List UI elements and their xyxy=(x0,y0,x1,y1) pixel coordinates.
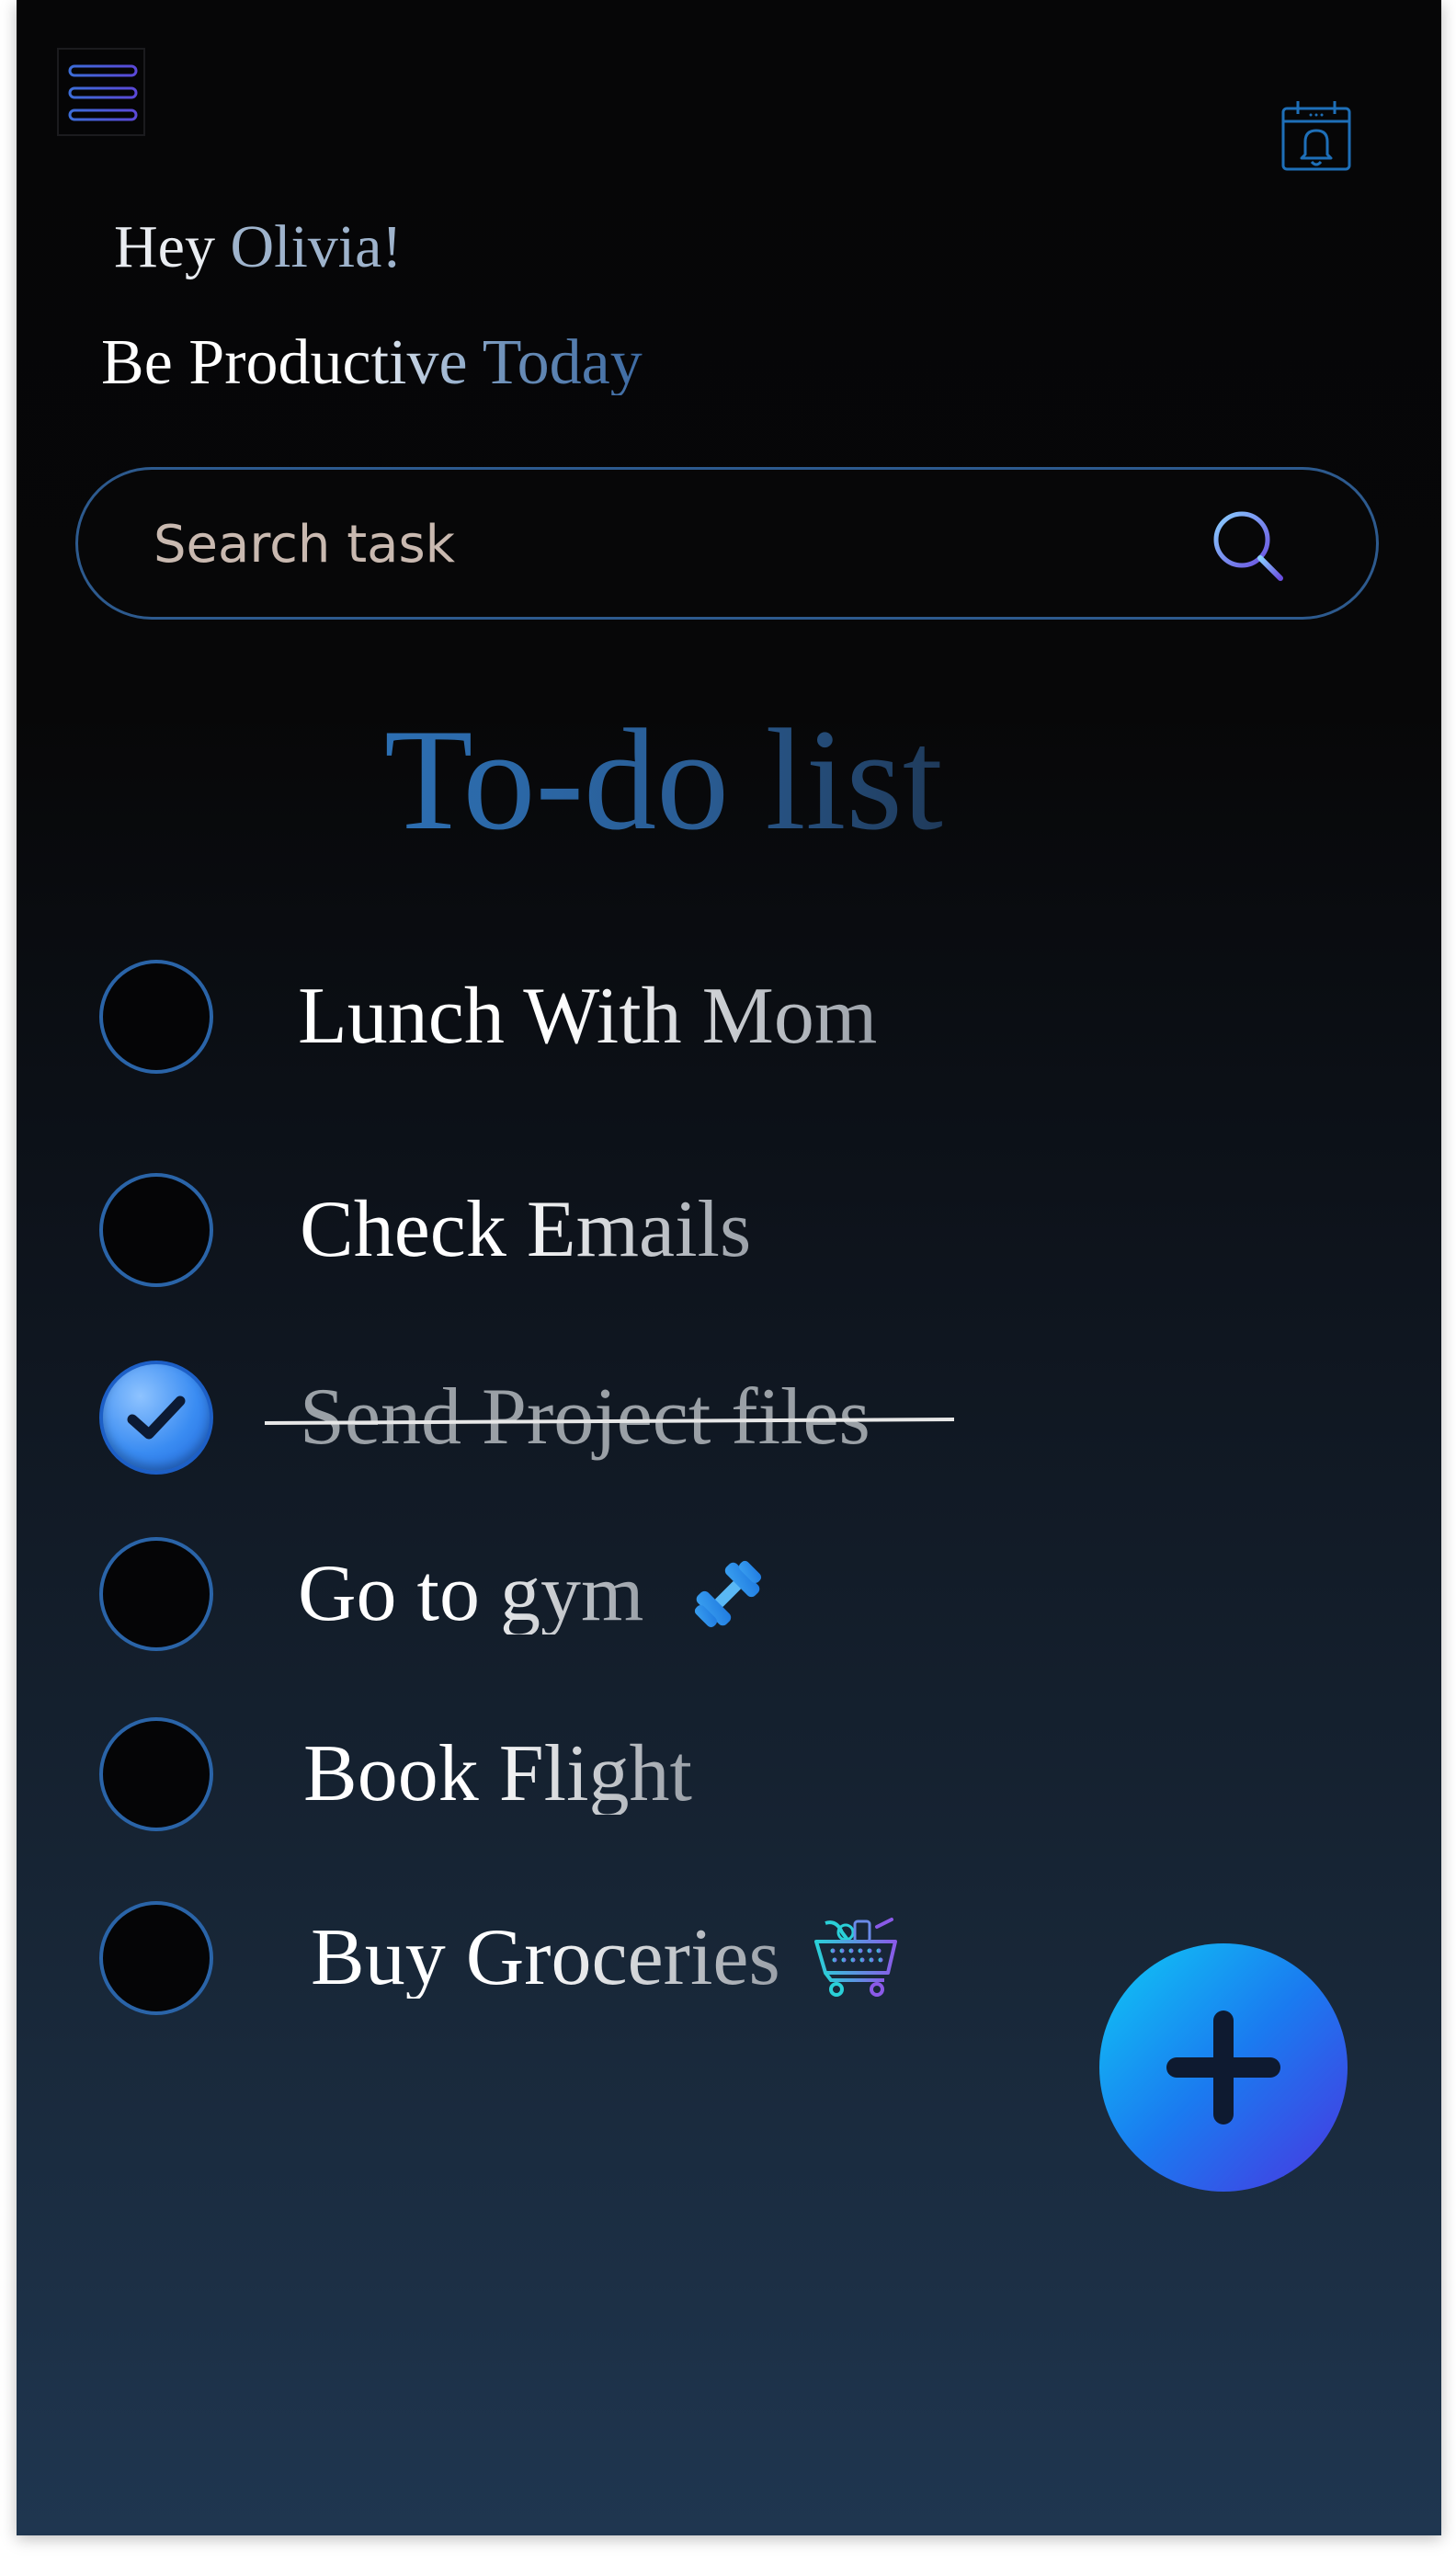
task-checkbox[interactable] xyxy=(99,1537,213,1651)
add-task-button[interactable] xyxy=(1099,1943,1348,2192)
calendar-button[interactable] xyxy=(1280,99,1353,173)
search-icon[interactable] xyxy=(1207,505,1290,587)
task-item: Check Emails xyxy=(17,1173,1441,1293)
greeting-prefix: Hey xyxy=(114,213,231,280)
checkmark-icon xyxy=(127,1395,186,1440)
task-label: Check Emails xyxy=(300,1185,752,1274)
greeting: Hey Olivia! xyxy=(114,217,402,278)
search-input[interactable] xyxy=(152,507,1166,582)
task-item: Send Project files xyxy=(17,1361,1441,1480)
hamburger-menu-icon xyxy=(68,64,138,121)
task-item: Go to gym xyxy=(17,1537,1441,1657)
dumbbell-icon xyxy=(694,1560,762,1628)
task-item: Book Flight xyxy=(17,1717,1441,1837)
plus-icon xyxy=(1166,2011,1280,2124)
task-checkbox[interactable] xyxy=(99,960,213,1074)
task-label: Buy Groceries xyxy=(311,1913,780,2002)
task-label: Lunch With Mom xyxy=(298,972,878,1061)
task-checkbox[interactable] xyxy=(99,1901,213,2015)
menu-button[interactable] xyxy=(57,48,145,136)
shopping-cart-icon xyxy=(814,1918,897,1997)
task-checkbox[interactable] xyxy=(99,1717,213,1831)
search-bar[interactable] xyxy=(75,467,1379,620)
list-title: To-do list xyxy=(384,700,943,860)
tagline: Be Productive Today xyxy=(101,327,643,398)
task-item: Lunch With Mom xyxy=(17,960,1441,1079)
app-screen: Hey Olivia! Be Productive Today To-do li… xyxy=(17,0,1441,2535)
task-checkbox-checked[interactable] xyxy=(99,1361,213,1475)
task-label: Book Flight xyxy=(303,1729,692,1818)
task-checkbox[interactable] xyxy=(99,1173,213,1287)
task-label: Go to gym xyxy=(298,1549,644,1638)
user-name: Olivia! xyxy=(230,213,403,280)
calendar-bell-icon xyxy=(1281,101,1351,171)
